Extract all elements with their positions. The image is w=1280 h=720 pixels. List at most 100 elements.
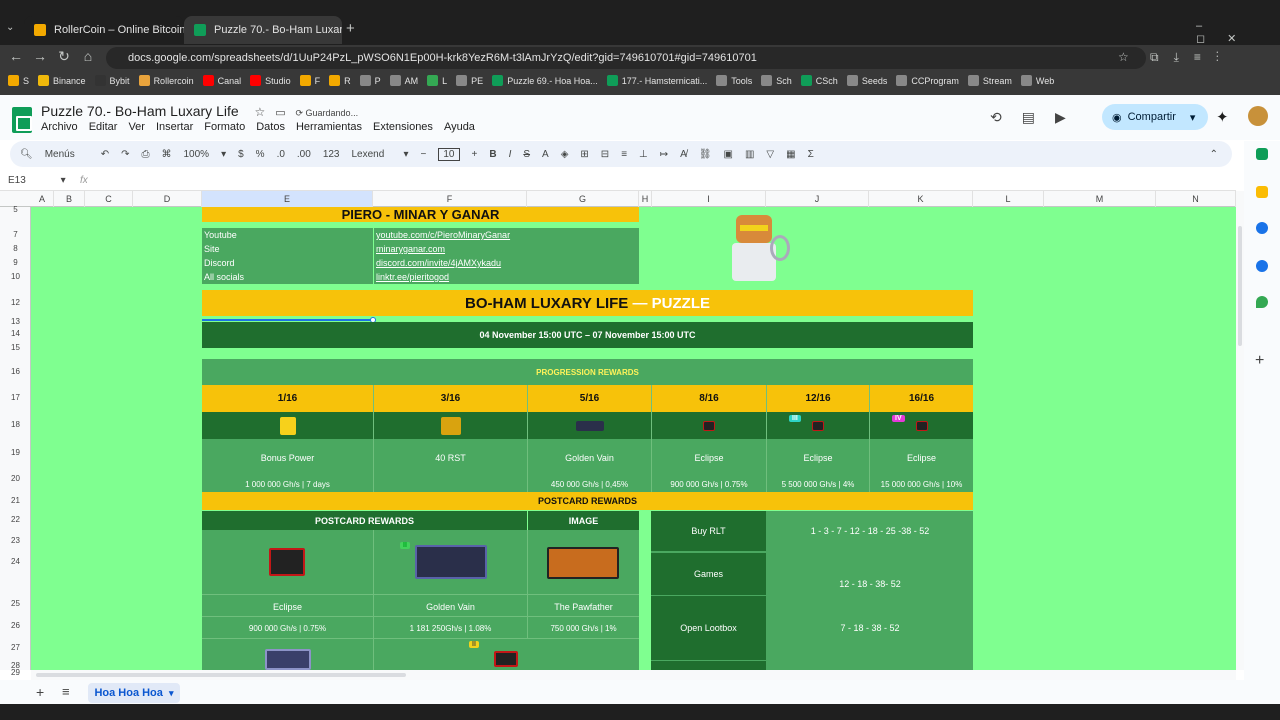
bookmark-star-icon[interactable]: ☆ [1118,50,1129,64]
column-header-h[interactable]: H [639,191,652,207]
link-icon[interactable]: ⛓ [699,149,712,160]
sheet-tab-active[interactable]: Hoa Hoa Hoa ▾ [88,683,180,703]
bookmark-item[interactable]: F [299,75,320,86]
menu-ayuda[interactable]: Ayuda [444,121,475,133]
link-value-cell[interactable]: youtube.com/c/PieroMinaryGanar [374,228,639,242]
column-header-a[interactable]: A [31,191,54,207]
wrap-icon[interactable]: ↦ [660,149,668,160]
borders-icon[interactable]: ⊞ [580,149,588,160]
bookmark-item[interactable]: L [427,75,447,86]
row-header[interactable]: 17 [0,393,31,402]
merge-cells-icon[interactable]: ⊟ [601,149,609,160]
bookmark-item[interactable]: Binance [38,75,86,86]
column-header-j[interactable]: J [766,191,869,207]
name-box[interactable]: E13 ▾ [8,175,66,186]
column-header-i[interactable]: I [652,191,766,207]
share-button[interactable]: ◉ Compartir ▾ [1102,104,1208,130]
menu-herramientas[interactable]: Herramientas [296,121,362,133]
strikethrough-icon[interactable]: S [523,149,530,160]
progression-step[interactable]: 3/16 [374,385,527,412]
vertical-scroll-thumb[interactable] [1238,226,1242,346]
postcard-name[interactable]: The Pawfather [528,597,639,616]
source-value[interactable]: 12 - 18 - 38- 52 [767,553,973,595]
chevron-down-icon[interactable]: ▾ [404,149,409,160]
bookmark-item[interactable]: Bybit [94,75,130,86]
menu-ver[interactable]: Ver [128,121,145,133]
row-header[interactable]: 25 [0,599,31,608]
column-header-m[interactable]: M [1044,191,1156,207]
bookmark-item[interactable]: PE [456,75,483,86]
forward-icon[interactable]: → [30,48,50,64]
bookmark-item[interactable]: P [359,75,381,86]
back-icon[interactable]: ← [6,48,26,64]
postcard-name[interactable]: Golden Vain [374,597,527,616]
sheets-logo-icon[interactable] [12,107,32,133]
progression-reward-cell[interactable] [652,412,766,439]
row-header[interactable]: 15 [0,343,31,352]
link-value-cell[interactable]: discord.com/invite/4jAMXykadu [374,256,639,270]
window-controls[interactable]: –◻✕ [1196,20,1280,45]
progression-step[interactable]: 16/16 [870,385,973,412]
source-value[interactable]: 7 - 18 - 38 - 52 [767,596,973,660]
puzzle-title[interactable]: BO-HAM LUXARY LIFE — PUZZLE [202,290,973,316]
bookmark-item[interactable]: Tools [716,75,752,86]
bookmark-item[interactable]: Sch [761,75,792,86]
menu-extensiones[interactable]: Extensiones [373,121,433,133]
fill-color-icon[interactable]: ◈ [561,149,569,160]
progression-step[interactable]: 5/16 [528,385,651,412]
column-header-l[interactable]: L [973,191,1044,207]
row-header[interactable]: 7 [0,230,31,239]
paint-format-icon[interactable]: ⌘ [161,149,171,160]
menu-insertar[interactable]: Insertar [156,121,193,133]
text-color-icon[interactable]: A [542,149,549,160]
increase-decimal-button[interactable]: .00 [297,149,311,160]
image-col-header[interactable]: IMAGE [528,511,639,530]
decrease-decimal-button[interactable]: .0 [277,149,285,160]
link-value-cell[interactable]: linktr.ee/pieritogod [374,270,639,284]
row-header[interactable]: 27 [0,643,31,652]
collapse-toolbar-icon[interactable]: ⌃ [1210,149,1218,160]
bookmark-item[interactable]: Web [1020,75,1054,86]
row-header[interactable]: 26 [0,621,31,630]
bold-icon[interactable]: B [489,149,496,160]
number-format-button[interactable]: 123 [323,149,340,160]
rotate-icon[interactable]: A̸ [680,149,687,160]
contacts-icon[interactable] [1256,260,1268,272]
browser-tab-active[interactable]: Puzzle 70.- Bo-Ham Luxary Life ✕ [184,16,342,44]
bookmark-item[interactable]: CCProgram [896,75,959,86]
postcard-section-header[interactable]: POSTCARD REWARDS [202,492,973,510]
chevron-down-icon[interactable]: ▾ [169,688,174,699]
add-addon-icon[interactable]: + [1255,352,1264,370]
column-header-n[interactable]: N [1156,191,1236,207]
avatar[interactable] [1248,106,1268,126]
postcard-name[interactable]: Eclipse [202,597,373,616]
document-title[interactable]: Puzzle 70.- Bo-Ham Luxary Life ☆ ▭ ⟳ Gua… [41,103,358,119]
row-header[interactable]: 29 [0,668,31,677]
row-header[interactable]: 13 [0,317,31,326]
tasks-icon[interactable] [1256,222,1268,234]
progression-step[interactable]: 8/16 [652,385,766,412]
row-header[interactable]: 5 [0,205,31,214]
horizontal-scroll-thumb[interactable] [36,673,406,677]
sheet-canvas[interactable]: PIERO - MINAR Y GANAR Youtube youtube.co… [31,207,1236,670]
browser-tab-rollercoin[interactable]: RollerCoin – Online Bitcoin Min ✕ [24,16,184,44]
row-header[interactable]: 24 [0,557,31,566]
source-value[interactable]: 1 - 3 - 7 - 12 - 18 - 25 -38 - 52 [767,511,973,551]
comment-icon[interactable]: ▣ [724,149,733,160]
chevron-down-icon[interactable]: ▾ [221,149,226,160]
align-left-icon[interactable]: ≡ [621,149,627,160]
row-header[interactable]: 12 [0,298,31,307]
print-icon[interactable]: ⎙ [141,149,149,160]
bookmark-item[interactable]: Canal [202,75,241,86]
zoom-select[interactable]: 100% [183,149,209,160]
row-header[interactable]: 9 [0,258,31,267]
filter-icon[interactable]: ▽ [766,149,774,160]
all-sheets-icon[interactable]: ≡ [62,684,70,699]
progression-reward-cell[interactable] [374,412,527,439]
menu-editar[interactable]: Editar [89,121,118,133]
progression-reward-name[interactable]: Bonus Power [202,447,373,469]
column-header-b[interactable]: B [54,191,85,207]
bookmark-item[interactable]: CSch [800,75,838,86]
percent-format-button[interactable]: % [256,149,265,160]
maps-icon[interactable] [1256,296,1268,308]
